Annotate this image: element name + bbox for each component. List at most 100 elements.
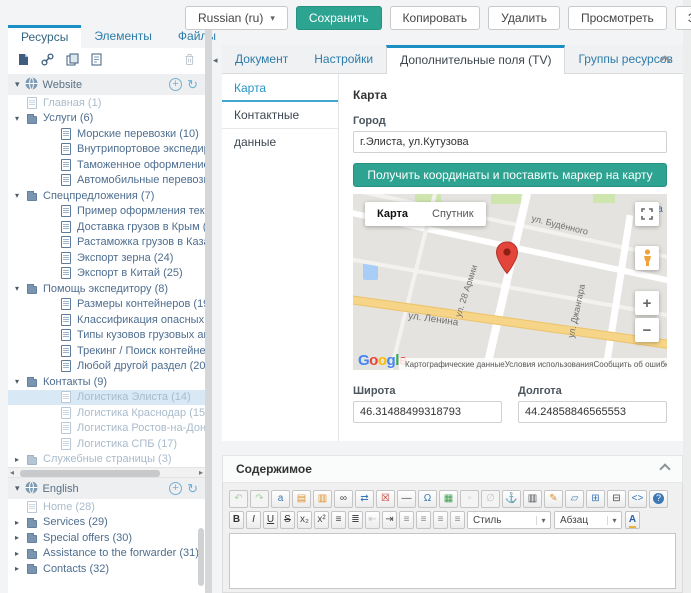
find-replace-icon[interactable]: ⇄ <box>355 490 374 508</box>
tree-expander-icon[interactable] <box>15 533 27 542</box>
tree-item[interactable]: Любой другой раздел (20) <box>8 359 205 375</box>
insert-link-icon[interactable]: ▫ <box>460 490 479 508</box>
tree-expander-icon[interactable] <box>15 114 27 123</box>
tree-item[interactable]: Contacts (32) <box>8 561 205 577</box>
page-scrollbar-gutter[interactable] <box>683 0 691 593</box>
tv-category-tab[interactable]: Карта <box>222 75 338 102</box>
document-tab[interactable]: SEO <box>686 45 691 73</box>
fullscreen-icon[interactable] <box>635 202 659 226</box>
copy-button[interactable]: Копировать <box>390 6 481 30</box>
refresh-icon[interactable]: ↻ <box>187 78 198 91</box>
scroll-right-icon[interactable]: ▸ <box>199 468 203 478</box>
tree-item[interactable]: Логистика СПБ (17) <box>8 436 205 452</box>
tree-expander-icon[interactable] <box>15 549 27 558</box>
map-type-satellite-button[interactable]: Спутник <box>420 202 485 226</box>
insert-image-icon[interactable]: ▦ <box>439 490 458 508</box>
font-color-icon[interactable]: A <box>625 511 640 529</box>
tree-item[interactable]: Таможенное оформление (12) <box>8 157 205 173</box>
latitude-input[interactable] <box>353 401 502 423</box>
strikethrough-icon[interactable]: S <box>280 511 295 529</box>
sidebar-tab[interactable]: Ресурсы <box>8 25 81 48</box>
align-center-icon[interactable]: ≡ <box>416 511 431 529</box>
tree-vertical-scrollbar-thumb[interactable] <box>198 528 204 586</box>
collapse-sidebar-icon[interactable]: ◂ <box>213 55 218 66</box>
tree-expander-icon[interactable] <box>15 284 27 293</box>
tree-item[interactable]: Логистика Ростов-на-Дону (16) <box>8 421 205 437</box>
numbered-list-icon[interactable]: ≣ <box>348 511 363 529</box>
duplicate-icon[interactable] <box>66 53 79 69</box>
tree-item[interactable]: Assistance to the forwarder (31) <box>8 546 205 562</box>
tree-item[interactable]: Спецпредложения (7) <box>8 188 205 204</box>
geocode-button[interactable]: Получить координаты и поставить маркер н… <box>353 163 667 187</box>
bullet-list-icon[interactable]: ≡ <box>331 511 346 529</box>
tree-item[interactable]: Услуги (6) <box>8 111 205 127</box>
add-resource-icon[interactable]: + <box>169 482 182 495</box>
map-data-link[interactable]: Картографические данные <box>405 360 505 369</box>
panel-splitter[interactable] <box>205 25 212 593</box>
tree-item[interactable]: Экспорт в Китай (25) <box>8 266 205 282</box>
tree-horizontal-scrollbar[interactable]: ◂ ▸ <box>8 467 205 478</box>
unlink-icon[interactable]: ∅ <box>481 490 500 508</box>
refresh-icon[interactable]: ↻ <box>187 482 198 495</box>
tree-item[interactable]: Растаможка грузов в Казахстан <box>8 235 205 251</box>
sidebar-tab[interactable]: Элементы <box>81 25 165 48</box>
new-document-icon[interactable] <box>18 53 29 69</box>
tree-item[interactable]: Главная (1) <box>8 95 205 111</box>
collapse-section-icon[interactable] <box>659 463 670 474</box>
paste-word-icon[interactable]: ▥ <box>313 490 332 508</box>
city-input[interactable] <box>353 131 667 153</box>
google-map[interactable]: ул. Будённого ул. 28 Армии ул. Ленина ул… <box>353 194 667 370</box>
tree-item[interactable]: Классификация опасных грузов <box>8 312 205 328</box>
tree-item[interactable]: Автомобильные перевозки (13) <box>8 173 205 189</box>
align-left-icon[interactable]: ≡ <box>399 511 414 529</box>
document-tab[interactable]: Настройки <box>301 45 386 73</box>
help-icon[interactable]: ? <box>649 490 668 508</box>
style-dropdown[interactable]: Стиль ▾ <box>467 511 551 529</box>
tree-item[interactable]: Home (28) <box>8 499 205 515</box>
tree-item[interactable]: Контакты (9) <box>8 374 205 390</box>
tree-item[interactable]: Морские перевозки (10) <box>8 126 205 142</box>
tree-expander-icon[interactable] <box>15 377 27 386</box>
tree-item[interactable]: Типы кузовов грузовых автомоб <box>8 328 205 344</box>
add-resource-icon[interactable]: + <box>169 78 182 91</box>
document-tab[interactable]: Дополнительные поля (TV) <box>386 45 565 74</box>
language-selector[interactable]: Russian (ru) ▾ <box>185 6 288 30</box>
collapse-arrow-icon[interactable]: ▾ <box>15 483 20 494</box>
paste-icon[interactable]: ▤ <box>292 490 311 508</box>
content-section-header[interactable]: Содержимое <box>222 455 683 483</box>
scroll-left-icon[interactable]: ◂ <box>10 468 14 478</box>
paragraph-format-dropdown[interactable]: Абзац ▾ <box>554 511 622 529</box>
redo-icon[interactable]: ↷ <box>250 490 269 508</box>
collapse-arrow-icon[interactable]: ▾ <box>15 79 20 90</box>
tree-item[interactable]: Пример оформления текстовой <box>8 204 205 220</box>
bold-icon[interactable]: B <box>229 511 244 529</box>
special-char-icon[interactable]: Ω <box>418 490 437 508</box>
scrollbar-thumb[interactable] <box>20 470 160 477</box>
tree-item[interactable]: Special offers (30) <box>8 530 205 546</box>
undo-icon[interactable]: ↶ <box>229 490 248 508</box>
close-button[interactable]: Закрыть <box>675 6 691 30</box>
tree-item[interactable]: Трекинг / Поиск контейнера (18) <box>8 343 205 359</box>
format-painter-icon[interactable]: ✎ <box>544 490 563 508</box>
anchor-icon[interactable]: ⚓ <box>502 490 521 508</box>
print-icon[interactable]: ⊟ <box>607 490 626 508</box>
tree-item[interactable]: Экспорт зерна (24) <box>8 250 205 266</box>
context-header-english[interactable]: ▾ English + ↻ <box>8 478 205 499</box>
find-icon[interactable]: ∞ <box>334 490 353 508</box>
preview-button[interactable]: Просмотреть <box>568 6 667 30</box>
align-right-icon[interactable]: ≡ <box>433 511 448 529</box>
tree-expander-icon[interactable] <box>15 518 27 527</box>
document-tab[interactable]: Документ <box>222 45 301 73</box>
tree-item[interactable]: Логистика Элиста (14) <box>8 390 205 406</box>
media-icon[interactable]: ▥ <box>523 490 542 508</box>
terms-link[interactable]: Условия использования <box>505 360 594 369</box>
report-icon[interactable] <box>91 53 102 69</box>
tv-category-tab[interactable]: Контактные данные <box>222 102 338 129</box>
tree-item[interactable]: Размеры контейнеров (19) <box>8 297 205 313</box>
indent-icon[interactable]: ⇥ <box>382 511 397 529</box>
tree-item[interactable]: Логистика Краснодар (15) <box>8 405 205 421</box>
tree-item[interactable]: Внутрипортовое экспедировани <box>8 142 205 158</box>
street-view-pegman-icon[interactable] <box>635 246 659 270</box>
report-error-link[interactable]: Сообщить об ошибке на карте <box>593 360 667 369</box>
delete-button[interactable]: Удалить <box>488 6 560 30</box>
